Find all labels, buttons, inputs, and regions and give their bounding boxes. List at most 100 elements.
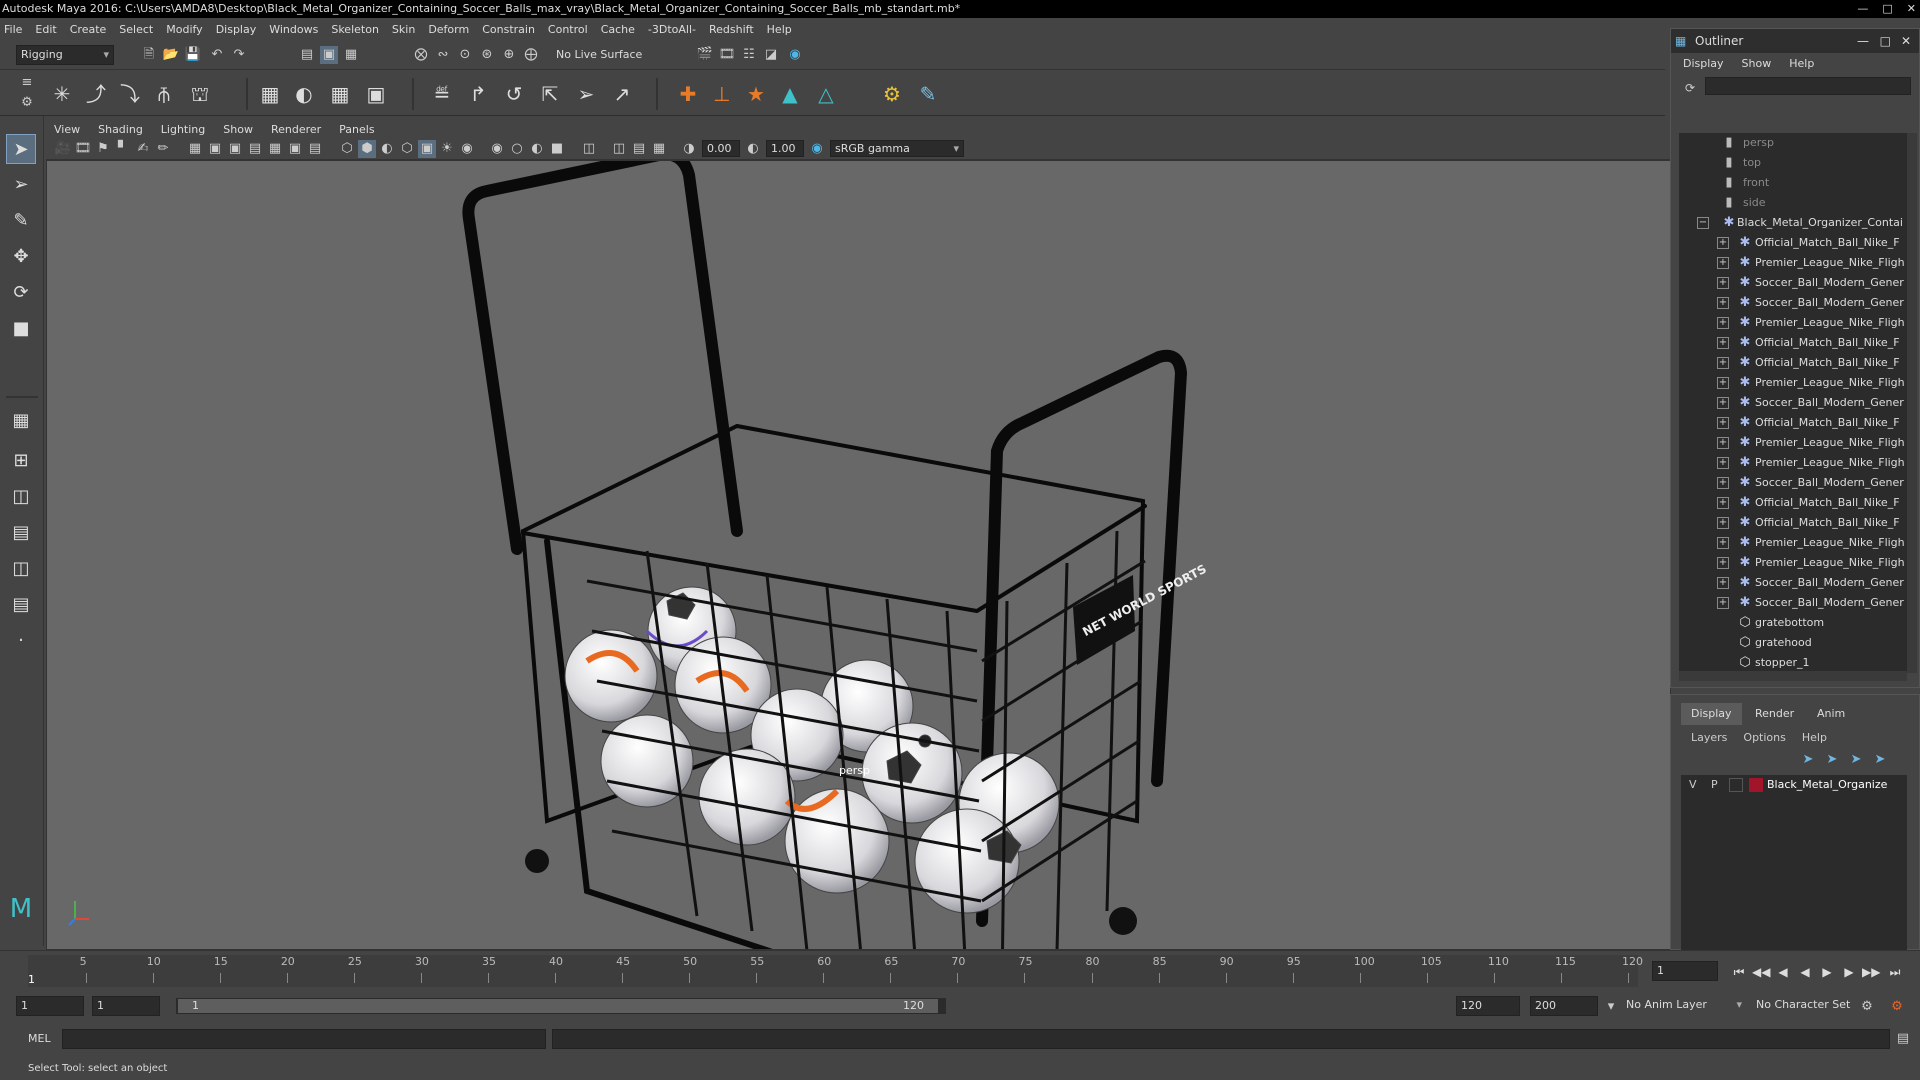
expand-icon[interactable]: + (1717, 237, 1729, 249)
outliner-scrollbar[interactable] (1907, 133, 1917, 673)
character-set-dropdown[interactable]: No Character Set (1752, 996, 1864, 1016)
scale-tool-icon[interactable]: ■ (6, 314, 36, 344)
select-component-icon[interactable]: ▦ (342, 46, 360, 64)
go-to-start-icon[interactable]: ⏮ (1730, 963, 1748, 981)
persp-outliner-icon[interactable]: ◫ (6, 554, 36, 584)
gamma-icon[interactable]: ◐ (744, 140, 762, 158)
expand-icon[interactable]: + (1717, 597, 1729, 609)
expand-icon[interactable]: + (1717, 277, 1729, 289)
menu-3dtoall[interactable]: -3DtoAll- (648, 23, 696, 36)
outliner-camera-persp[interactable]: ▮ persp (1679, 133, 1907, 153)
redshift-icon[interactable]: ◉ (786, 46, 804, 64)
outliner-search-input[interactable] (1705, 77, 1911, 95)
close-icon[interactable]: ✕ (1901, 29, 1911, 53)
menu-edit[interactable]: Edit (35, 23, 56, 36)
camera-select-icon[interactable]: 🎥 (54, 140, 72, 158)
layer-menu-options[interactable]: Options (1743, 731, 1785, 744)
aim-constraint-icon[interactable]: ➢ (572, 80, 600, 108)
textured-icon[interactable]: ⬡ (398, 140, 416, 158)
paint-select-icon[interactable]: ✎ (6, 206, 36, 236)
tab-display[interactable]: Display (1681, 703, 1742, 725)
lasso-tool-icon[interactable]: ➢ (6, 170, 36, 200)
scale-constraint-icon[interactable]: ⇱ (536, 80, 564, 108)
menu-redshift[interactable]: Redshift (709, 23, 754, 36)
xray-joints-icon[interactable]: ◐ (528, 140, 546, 158)
snap-view-icon[interactable]: ⊛ (478, 46, 496, 64)
snap-surface-icon[interactable]: ⊕ (500, 46, 518, 64)
lattice-icon[interactable]: ▦ (326, 80, 354, 108)
expand-icon[interactable]: + (1717, 337, 1729, 349)
script-editor-icon[interactable]: ▤ (1894, 1030, 1912, 1048)
outliner-child-item[interactable]: + ✱ Official_Match_Ball_Nike_F (1679, 233, 1907, 253)
expand-icon[interactable]: + (1717, 437, 1729, 449)
joint-tool-icon[interactable]: ✳ (48, 80, 76, 108)
outliner-child-item[interactable]: + ✱ Official_Match_Ball_Nike_F (1679, 353, 1907, 373)
orient-constraint-icon[interactable]: ↺ (500, 80, 528, 108)
menu-create[interactable]: Create (70, 23, 107, 36)
xray-components-icon[interactable]: ■ (548, 140, 566, 158)
expand-icon[interactable]: + (1717, 417, 1729, 429)
maya-logo-alt-icon[interactable]: △ (812, 80, 840, 108)
outliner-mesh-item[interactable]: ⬡ gratebottom (1679, 613, 1907, 633)
outliner-child-item[interactable]: + ✱ Official_Match_Ball_Nike_F (1679, 333, 1907, 353)
wireframe-icon[interactable]: ⬡ (338, 140, 356, 158)
expand-icon[interactable]: + (1717, 517, 1729, 529)
locator-icon[interactable]: ✚ (674, 80, 702, 108)
outliner-child-item[interactable]: + ✱ Soccer_Ball_Modern_Gener (1679, 273, 1907, 293)
expand-icon[interactable]: + (1717, 257, 1729, 269)
minimize-icon[interactable]: — (1857, 0, 1868, 18)
outliner-child-item[interactable]: + ✱ Premier_League_Nike_Fligh (1679, 253, 1907, 273)
safe-title-icon[interactable]: ▤ (306, 140, 324, 158)
outliner-child-item[interactable]: + ✱ Official_Match_Ball_Nike_F (1679, 513, 1907, 533)
outliner-child-item[interactable]: + ✱ Official_Match_Ball_Nike_F (1679, 493, 1907, 513)
ik-handle-icon[interactable]: ⤴ (82, 80, 110, 108)
preferences-icon[interactable]: ⚙ (1888, 998, 1906, 1016)
hud-icon[interactable]: ◫ (610, 140, 628, 158)
outliner-child-item[interactable]: + ✱ Soccer_Ball_Modern_Gener (1679, 393, 1907, 413)
render-frame-icon[interactable]: 🎬 (696, 46, 714, 64)
layer-type-toggle[interactable] (1729, 778, 1743, 792)
undo-icon[interactable]: ↶ (208, 46, 226, 64)
menu-modify[interactable]: Modify (166, 23, 202, 36)
render-settings-icon[interactable]: ☷ (740, 46, 758, 64)
outliner-menu-show[interactable]: Show (1742, 57, 1772, 70)
rotate-tool-icon[interactable]: ⟳ (6, 278, 36, 308)
outliner-hscrollbar[interactable] (1679, 671, 1907, 681)
point-constraint-icon[interactable]: ↱ (464, 80, 492, 108)
cluster-icon[interactable]: ▣ (362, 80, 390, 108)
image-plane-icon[interactable]: ▘ (114, 140, 132, 158)
select-tool-icon[interactable]: ➤ (6, 134, 36, 164)
outliner-camera-front[interactable]: ▮ front (1679, 173, 1907, 193)
menu-cache[interactable]: Cache (601, 23, 635, 36)
wireframe-on-shaded-icon[interactable]: ◐ (378, 140, 396, 158)
anti-alias-icon[interactable]: ▦ (650, 140, 668, 158)
paint-weights-icon[interactable]: ◐ (290, 80, 318, 108)
ipr-render-icon[interactable]: 🎞 (718, 46, 736, 64)
snap-point-icon[interactable]: ⊙ (456, 46, 474, 64)
outliner-menu-display[interactable]: Display (1683, 57, 1724, 70)
layer-row[interactable]: V P Black_Metal_Organize (1681, 775, 1907, 797)
layer-menu-layers[interactable]: Layers (1691, 731, 1727, 744)
redo-icon[interactable]: ↷ (230, 46, 248, 64)
minimize-icon[interactable]: — (1857, 29, 1869, 53)
viewport-menu-renderer[interactable]: Renderer (271, 123, 321, 136)
outliner-child-item[interactable]: + ✱ Premier_League_Nike_Fligh (1679, 313, 1907, 333)
layer-color-swatch[interactable] (1749, 778, 1763, 792)
collapse-icon[interactable]: − (1697, 217, 1709, 229)
expand-icon[interactable]: + (1717, 537, 1729, 549)
layout-alt-icon[interactable]: ▤ (6, 590, 36, 620)
layout-more-icon[interactable]: · (6, 626, 36, 656)
color-space-dropdown[interactable]: sRGB gamma ▾ (830, 140, 964, 157)
menu-control[interactable]: Control (548, 23, 588, 36)
move-tool-icon[interactable]: ✥ (6, 242, 36, 272)
humanik-icon[interactable]: ⛫ (186, 80, 214, 108)
make-live-icon[interactable]: ⨁ (522, 46, 540, 64)
new-layer-icon[interactable]: ➤ (1799, 751, 1817, 769)
layer-visibility-toggle[interactable]: V (1689, 778, 1697, 791)
expand-icon[interactable]: + (1717, 457, 1729, 469)
outliner-child-item[interactable]: + ✱ Soccer_Ball_Modern_Gener (1679, 473, 1907, 493)
shelf-settings-icon[interactable]: ⚙ (18, 94, 36, 112)
film-gate-icon[interactable]: ▣ (206, 140, 224, 158)
shelf-menu-icon[interactable]: ≡ (18, 74, 36, 92)
skin-bind-icon[interactable]: ▦ (256, 80, 284, 108)
